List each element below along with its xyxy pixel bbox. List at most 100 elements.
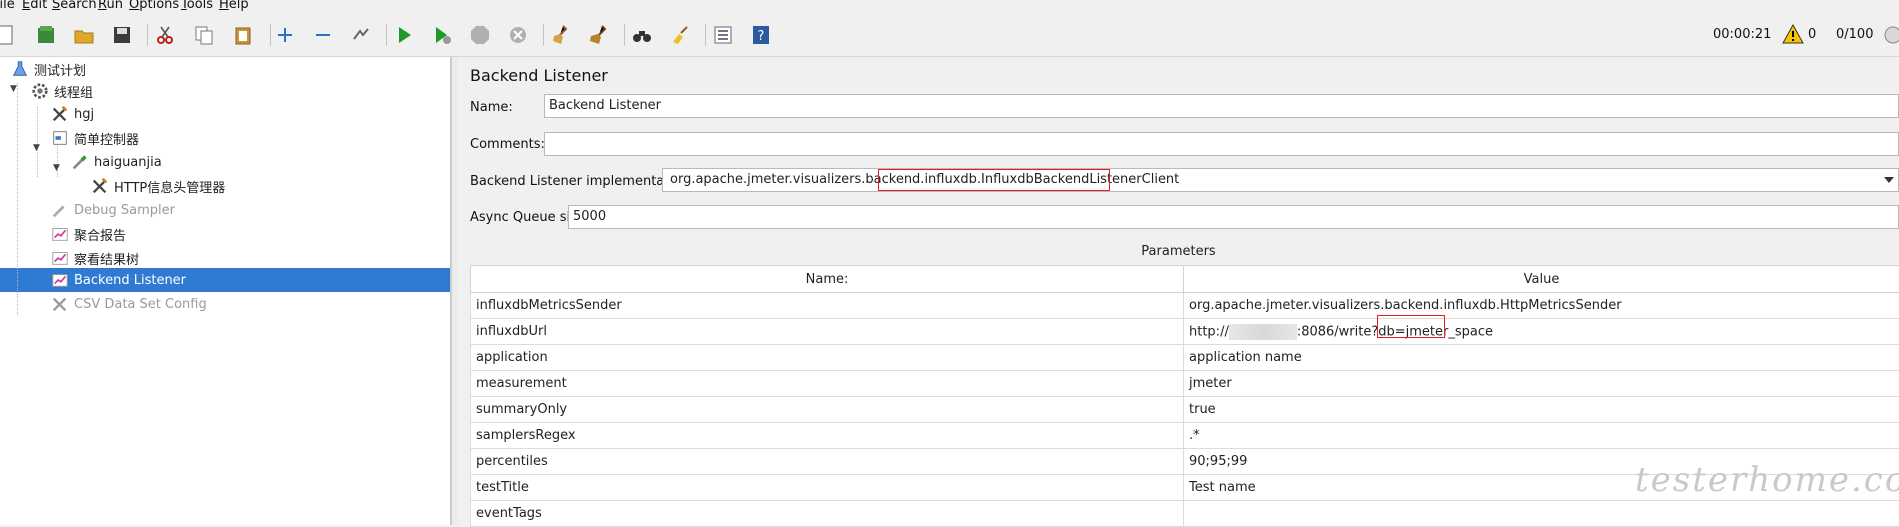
param-value[interactable]: http://:8086/write?db=jmeter_space bbox=[1184, 319, 1899, 345]
copy-icon bbox=[193, 24, 215, 46]
param-name[interactable]: eventTags bbox=[471, 501, 1184, 527]
param-name[interactable]: influxdbMetricsSender bbox=[471, 293, 1184, 319]
tree-item-simple-controller[interactable]: 简单控制器 bbox=[50, 126, 139, 150]
chart-icon bbox=[50, 224, 70, 244]
clear-all-button[interactable] bbox=[586, 22, 612, 48]
highlight-box-db-name bbox=[1377, 315, 1445, 338]
param-name[interactable]: samplersRegex bbox=[471, 423, 1184, 449]
menu-tools[interactable]: Tools bbox=[181, 0, 213, 12]
tree-item-backend-listener[interactable]: Backend Listener bbox=[50, 268, 186, 292]
elapsed-time: 00:00:21 bbox=[1713, 27, 1771, 43]
param-name[interactable]: influxdbUrl bbox=[471, 319, 1184, 345]
table-row[interactable]: measurementjmeter bbox=[471, 371, 1899, 397]
play-no-pause-icon bbox=[431, 24, 453, 46]
active-threads: 0/100 bbox=[1836, 27, 1873, 43]
menu-file[interactable]: File bbox=[0, 0, 15, 12]
table-row[interactable]: influxdbMetricsSenderorg.apache.jmeter.v… bbox=[471, 293, 1899, 319]
tools-icon bbox=[50, 294, 70, 314]
tree-item-http-header-manager[interactable]: HTTP信息头管理器 bbox=[90, 174, 225, 198]
function-helper-button[interactable] bbox=[710, 22, 736, 48]
tree-item-thread-group[interactable]: 线程组 bbox=[30, 79, 93, 103]
start-no-pauses-button[interactable] bbox=[429, 22, 455, 48]
help-icon: ? bbox=[750, 24, 772, 46]
menu-help[interactable]: Help bbox=[219, 0, 249, 12]
paste-button[interactable] bbox=[230, 22, 256, 48]
param-value[interactable]: .* bbox=[1184, 423, 1899, 449]
pane-splitter[interactable] bbox=[451, 57, 458, 525]
start-button[interactable] bbox=[391, 22, 417, 48]
tree-guide-line bbox=[37, 107, 38, 177]
comments-input[interactable] bbox=[544, 132, 1899, 156]
shutdown-button[interactable] bbox=[505, 22, 531, 48]
broom-icon bbox=[550, 24, 572, 46]
param-value[interactable]: true bbox=[1184, 397, 1899, 423]
tree-toggle[interactable]: ▼ bbox=[33, 143, 40, 153]
expand-button[interactable] bbox=[272, 22, 298, 48]
tree-guide-line bbox=[17, 83, 18, 315]
menu-run[interactable]: Run bbox=[98, 0, 123, 12]
collapse-button[interactable] bbox=[310, 22, 336, 48]
name-input[interactable]: Backend Listener bbox=[544, 94, 1899, 118]
new-button[interactable] bbox=[0, 22, 18, 48]
help-button[interactable]: ? bbox=[748, 22, 774, 48]
save-button[interactable] bbox=[109, 22, 135, 48]
open-button[interactable] bbox=[71, 22, 97, 48]
svg-text:?: ? bbox=[758, 29, 765, 44]
toolbar-separator bbox=[270, 24, 271, 46]
param-name[interactable]: summaryOnly bbox=[471, 397, 1184, 423]
thread-status-indicator bbox=[1880, 22, 1899, 48]
tree-item-hgj[interactable]: hgj bbox=[50, 102, 94, 126]
tree-item-aggregate-report[interactable]: 聚合报告 bbox=[50, 222, 126, 246]
tree-item-view-results-tree[interactable]: 察看结果树 bbox=[50, 246, 139, 270]
warning-indicator[interactable] bbox=[1780, 21, 1806, 47]
save-icon bbox=[111, 24, 133, 46]
tree-item-csv-data-set-config[interactable]: CSV Data Set Config bbox=[50, 292, 207, 316]
param-name[interactable]: application bbox=[471, 345, 1184, 371]
column-header-value[interactable]: Value bbox=[1184, 266, 1899, 293]
stop-button[interactable] bbox=[467, 22, 493, 48]
tree-item-test-plan[interactable]: 测试计划 bbox=[10, 57, 86, 81]
broom-all-icon bbox=[588, 24, 610, 46]
implementation-select[interactable]: org.apache.jmeter.visualizers.backend.in… bbox=[662, 168, 1899, 192]
reset-search-icon bbox=[669, 24, 691, 46]
table-row[interactable]: influxdbUrlhttp://:8086/write?db=jmeter_… bbox=[471, 319, 1899, 345]
param-value[interactable]: jmeter bbox=[1184, 371, 1899, 397]
table-row[interactable]: applicationapplication name bbox=[471, 345, 1899, 371]
param-name[interactable]: percentiles bbox=[471, 449, 1184, 475]
shutdown-icon bbox=[507, 24, 529, 46]
clear-button[interactable] bbox=[548, 22, 574, 48]
list-icon bbox=[712, 24, 734, 46]
table-row[interactable]: samplersRegex.* bbox=[471, 423, 1899, 449]
menu-search[interactable]: Search bbox=[52, 0, 97, 12]
param-name[interactable]: measurement bbox=[471, 371, 1184, 397]
toggle-button[interactable] bbox=[348, 22, 374, 48]
param-value[interactable]: org.apache.jmeter.visualizers.backend.in… bbox=[1184, 293, 1899, 319]
tree-item-haiguanjia[interactable]: haiguanjia bbox=[70, 150, 162, 174]
table-row[interactable]: eventTags bbox=[471, 501, 1899, 527]
reset-search-button[interactable] bbox=[667, 22, 693, 48]
menu-options[interactable]: Options bbox=[129, 0, 179, 12]
copy-button[interactable] bbox=[191, 22, 217, 48]
column-header-name[interactable]: Name: bbox=[471, 266, 1184, 293]
stop-icon bbox=[469, 24, 491, 46]
cut-button[interactable] bbox=[152, 22, 178, 48]
tree-item-debug-sampler[interactable]: Debug Sampler bbox=[50, 198, 175, 222]
redacted-host bbox=[1229, 324, 1297, 340]
gear-icon bbox=[30, 81, 50, 101]
pipette-icon bbox=[70, 152, 90, 172]
warning-count: 0 bbox=[1808, 27, 1816, 43]
tree-toggle[interactable]: ▼ bbox=[53, 163, 60, 173]
play-icon bbox=[393, 24, 415, 46]
queue-size-input[interactable]: 5000 bbox=[568, 205, 1899, 229]
param-value[interactable]: application name bbox=[1184, 345, 1899, 371]
templates-button[interactable] bbox=[33, 22, 59, 48]
tree-toggle[interactable]: ▼ bbox=[10, 84, 17, 94]
folder-open-icon bbox=[73, 24, 95, 46]
param-value[interactable] bbox=[1184, 501, 1899, 527]
search-button[interactable] bbox=[629, 22, 655, 48]
table-row[interactable]: summaryOnlytrue bbox=[471, 397, 1899, 423]
param-name[interactable]: testTitle bbox=[471, 475, 1184, 501]
menu-edit[interactable]: Edit bbox=[22, 0, 47, 12]
controller-icon bbox=[50, 128, 70, 148]
test-plan-tree: ▼ ▼ ▼ 测试计划 线程组 hgj 简单控制器 haiguanjia HTTP… bbox=[0, 57, 451, 525]
